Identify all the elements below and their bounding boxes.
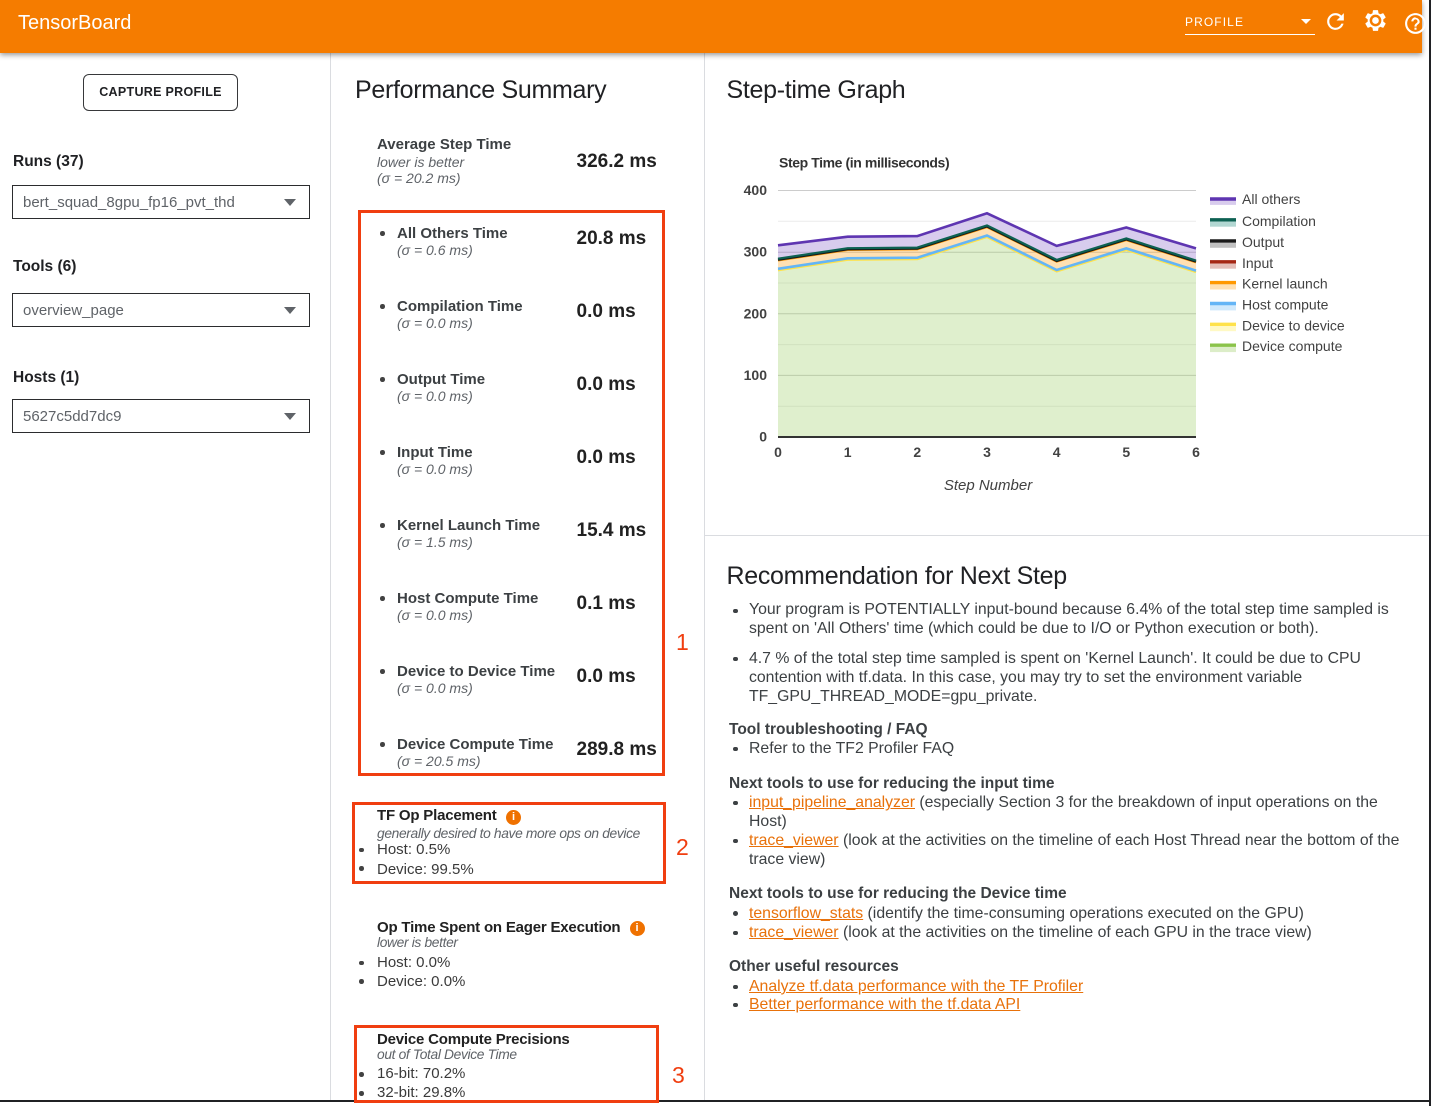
svg-text:Step Number: Step Number bbox=[944, 477, 1033, 494]
svg-text:Kernel launch: Kernel launch bbox=[1242, 276, 1328, 292]
svg-text:4: 4 bbox=[1053, 444, 1061, 460]
svg-text:2: 2 bbox=[913, 444, 921, 460]
svg-text:5: 5 bbox=[1122, 444, 1130, 460]
svg-text:3: 3 bbox=[983, 444, 991, 460]
svg-text:1: 1 bbox=[844, 444, 852, 460]
svg-text:Output: Output bbox=[1242, 234, 1284, 250]
svg-text:400: 400 bbox=[744, 182, 768, 198]
svg-text:All others: All others bbox=[1242, 191, 1300, 207]
svg-text:Device to device: Device to device bbox=[1242, 317, 1345, 333]
svg-text:Step Time (in milliseconds): Step Time (in milliseconds) bbox=[779, 155, 949, 171]
svg-text:300: 300 bbox=[744, 244, 768, 260]
svg-text:0: 0 bbox=[774, 444, 782, 460]
svg-text:Compilation: Compilation bbox=[1242, 213, 1316, 229]
svg-text:0: 0 bbox=[759, 429, 767, 445]
svg-text:Device compute: Device compute bbox=[1242, 338, 1343, 354]
svg-text:100: 100 bbox=[744, 367, 768, 383]
svg-text:Input: Input bbox=[1242, 255, 1273, 271]
svg-text:200: 200 bbox=[744, 305, 768, 321]
svg-text:6: 6 bbox=[1192, 444, 1200, 460]
svg-text:Host compute: Host compute bbox=[1242, 297, 1329, 313]
